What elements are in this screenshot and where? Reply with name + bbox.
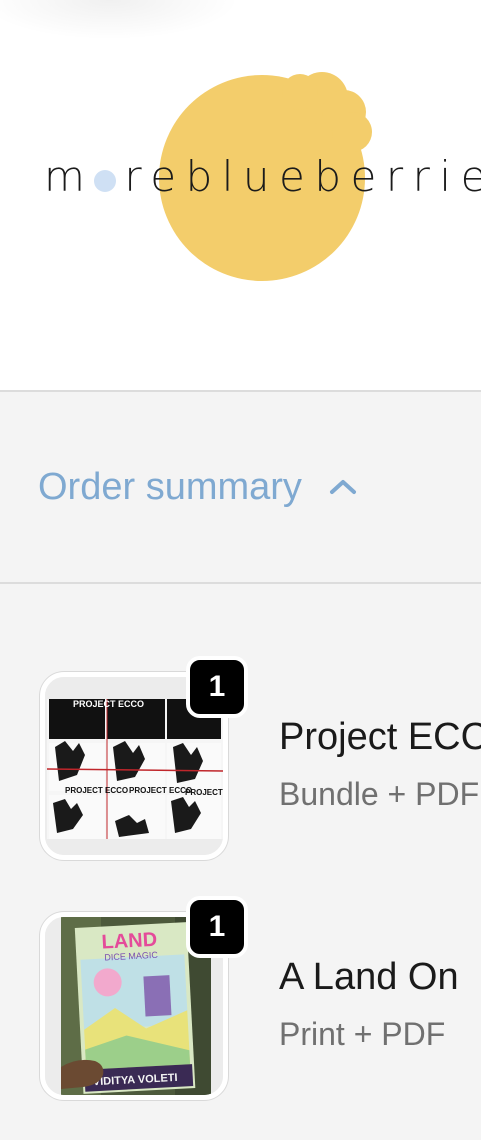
quantity-badge: 1	[186, 656, 248, 718]
logo-wordmark: m reblueberries	[44, 152, 481, 201]
thumb-label-1: PROJECT ECCO	[65, 786, 128, 795]
thumb-label-3: PROJECT ECCO	[185, 788, 223, 797]
quantity-badge: 1	[186, 896, 248, 958]
line-items-list: PROJECT ECCO PROJECT ECCO PROJECT ECCO P…	[0, 584, 481, 1140]
logo-dot-icon	[94, 170, 117, 192]
thumb-label-top: PROJECT ECCO	[73, 699, 144, 709]
store-header: m reblueberries	[0, 0, 481, 390]
item-variant: Print + PDF	[279, 1016, 446, 1052]
item-title: Project ECCO	[279, 716, 481, 758]
store-logo[interactable]: m reblueberries	[0, 0, 481, 390]
item-variant: Bundle + PDF	[279, 776, 480, 812]
logo-text-prefix: m	[44, 152, 95, 201]
logo-text-suffix: reblueberries	[124, 152, 481, 201]
line-item: PROJECT ECCO PROJECT ECCO PROJECT ECCO P…	[0, 656, 481, 872]
order-summary-toggle[interactable]: Order summary	[38, 462, 358, 512]
order-summary-label: Order summary	[38, 465, 302, 508]
line-item: LAND DICE MAGIC VIDITYA VOLETI 1 A Land …	[0, 896, 481, 1112]
chevron-up-icon	[329, 480, 356, 494]
thumb-label-2: PROJECT ECCO	[129, 786, 192, 795]
item-title: A Land On	[279, 956, 459, 998]
